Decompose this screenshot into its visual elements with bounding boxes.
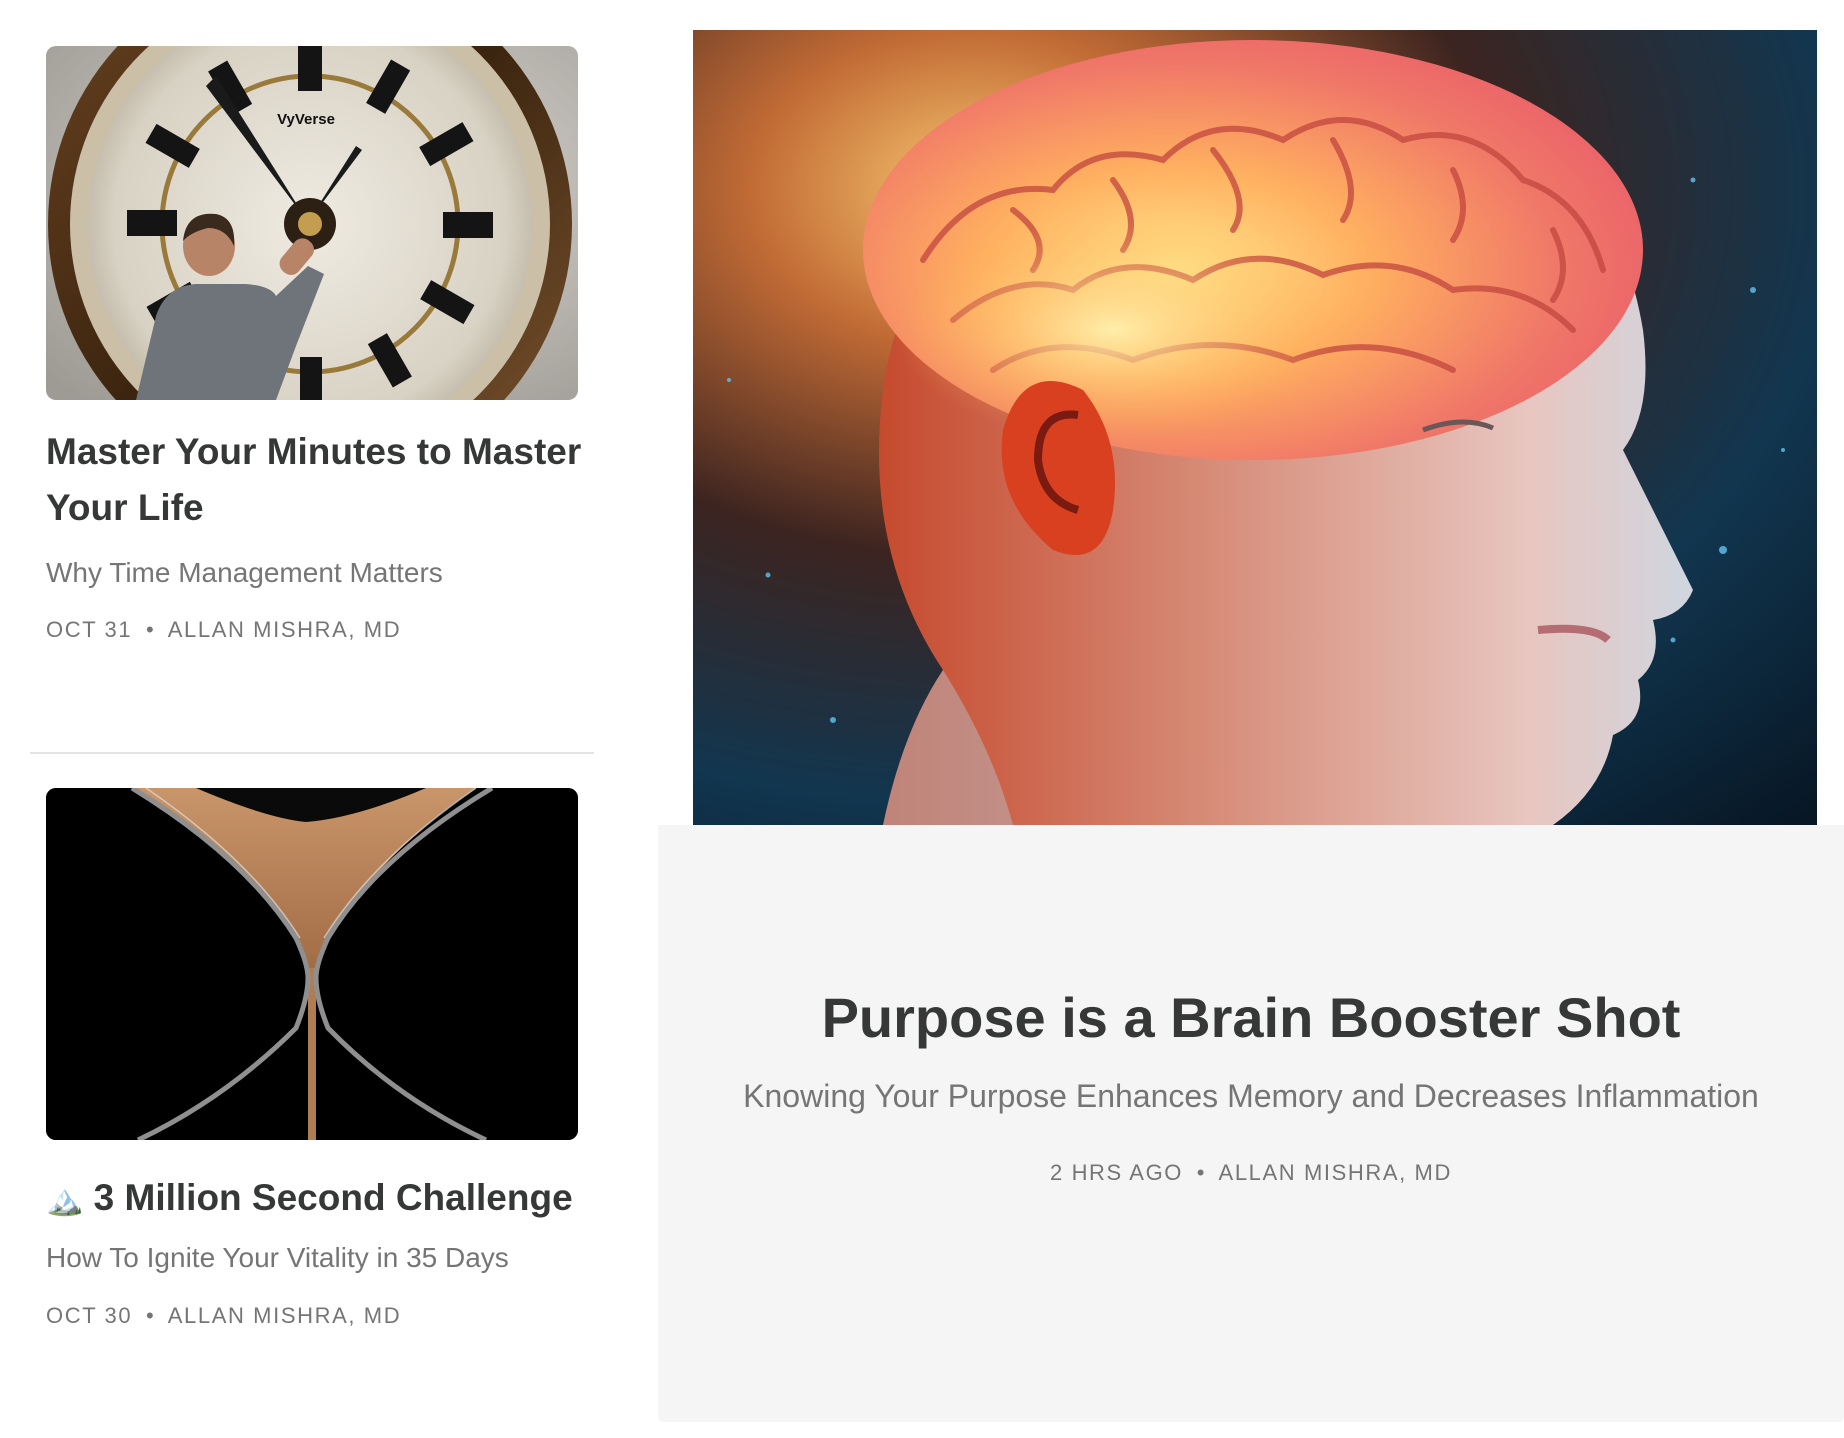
post-card[interactable]: VyVerse Master Your Minutes to Master Yo…	[46, 46, 581, 686]
post-date: OCT 31	[46, 617, 133, 642]
post-title-text[interactable]: 3 Million Second Challenge	[94, 1177, 573, 1218]
post-title[interactable]: Master Your Minutes to Master Your Life	[46, 424, 586, 536]
featured-author[interactable]: ALLAN MISHRA, MD	[1219, 1160, 1452, 1185]
glowing-brain-image[interactable]	[693, 30, 1817, 825]
featured-subtitle: Knowing Your Purpose Enhances Memory and…	[743, 1078, 1759, 1114]
post-meta: OCT 31 • ALLAN MISHRA, MD	[46, 616, 578, 644]
post-title[interactable]: 🏔️ 3 Million Second Challenge	[46, 1170, 606, 1229]
post-author[interactable]: ALLAN MISHRA, MD	[168, 617, 401, 642]
meta-separator: •	[145, 1303, 156, 1328]
featured-date: 2 HRS AGO	[1050, 1160, 1184, 1185]
post-date: OCT 30	[46, 1303, 133, 1328]
featured-title[interactable]: Purpose is a Brain Booster Shot	[658, 985, 1844, 1051]
hourglass-illustration	[46, 788, 578, 1140]
featured-post-card[interactable]: Purpose is a Brain Booster Shot Knowing …	[658, 30, 1844, 1422]
meta-separator: •	[1196, 1160, 1207, 1185]
clock-illustration: VyVerse	[46, 46, 578, 400]
featured-meta: 2 HRS AGO • ALLAN MISHRA, MD	[658, 1160, 1844, 1186]
mountain-emoji: 🏔️	[46, 1184, 84, 1217]
post-card[interactable]: 🏔️ 3 Million Second Challenge How To Ign…	[46, 788, 578, 1348]
meta-separator: •	[145, 617, 156, 642]
post-author[interactable]: ALLAN MISHRA, MD	[168, 1303, 401, 1328]
clock-caption: VyVerse	[277, 111, 335, 128]
post-subtitle: Why Time Management Matters	[46, 557, 443, 588]
post-divider	[30, 752, 594, 754]
post-subtitle: How To Ignite Your Vitality in 35 Days	[46, 1242, 509, 1273]
clock-image[interactable]: VyVerse	[46, 46, 578, 400]
post-meta: OCT 30 • ALLAN MISHRA, MD	[46, 1302, 578, 1330]
brain-illustration	[693, 30, 1817, 825]
featured-text-panel	[658, 825, 1844, 1422]
hourglass-image[interactable]	[46, 788, 578, 1140]
